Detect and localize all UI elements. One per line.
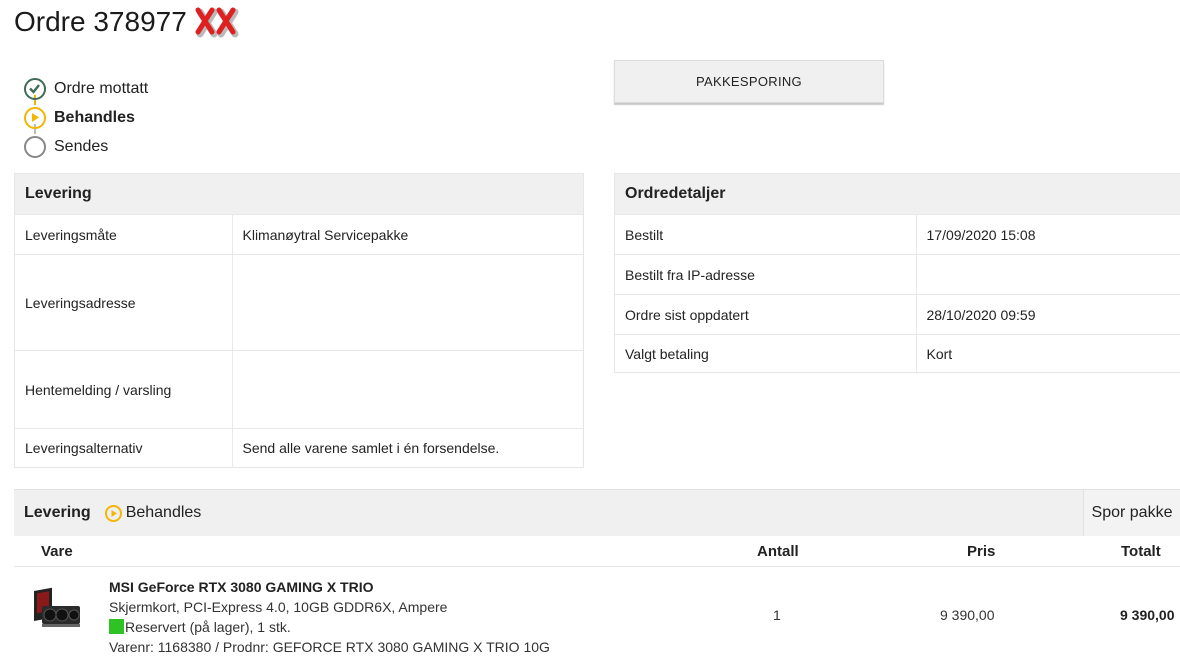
tracking-button[interactable]: PAKKESPORING bbox=[614, 60, 884, 103]
table-row: Hentemelding / varsling bbox=[15, 350, 583, 429]
detail-value: 28/10/2020 09:59 bbox=[916, 294, 1180, 335]
play-circle-icon bbox=[24, 106, 46, 129]
delivery-value: Send alle varene samlet i én forsendelse… bbox=[232, 428, 583, 468]
delivery-value bbox=[232, 350, 583, 429]
table-row: Bestilt 17/09/2020 15:08 bbox=[615, 214, 1180, 255]
detail-key: Bestilt bbox=[615, 214, 917, 255]
order-number: Ordre 378977 bbox=[14, 6, 187, 37]
detail-value: 17/09/2020 15:08 bbox=[916, 214, 1180, 255]
order-progress-steps: Ordre mottatt Behandles Sendes bbox=[24, 74, 148, 161]
shipment-status: Behandles bbox=[104, 504, 202, 522]
step-label: Behandles bbox=[54, 108, 135, 126]
detail-key: Ordre sist oppdatert bbox=[615, 294, 917, 335]
items-table-header: Vare Antall Pris Totalt bbox=[14, 536, 1180, 567]
product-name[interactable]: MSI GeForce RTX 3080 GAMING X TRIO bbox=[109, 577, 550, 597]
column-header-item: Vare bbox=[41, 543, 73, 560]
table-row: Ordre sist oppdatert 28/10/2020 09:59 bbox=[615, 294, 1180, 335]
product-description: Skjermkort, PCI-Express 4.0, 10GB GDDR6X… bbox=[109, 599, 448, 615]
step-processing: Behandles bbox=[24, 103, 148, 132]
column-header-total: Totalt bbox=[1121, 543, 1161, 560]
table-row: Leveringsadresse bbox=[15, 254, 583, 351]
delivery-value: Klimanøytral Servicepakke bbox=[232, 214, 583, 255]
check-circle-icon bbox=[24, 77, 46, 100]
item-total: 9 390,00 bbox=[1120, 607, 1175, 623]
delivery-key: Hentemelding / varsling bbox=[15, 350, 233, 429]
item-price: 9 390,00 bbox=[940, 607, 995, 623]
detail-key: Bestilt fra IP-adresse bbox=[615, 254, 917, 295]
delivery-panel: Levering Leveringsmåte Klimanøytral Serv… bbox=[14, 173, 584, 468]
step-shipped: Sendes bbox=[24, 132, 148, 161]
order-details-title: Ordredetaljer bbox=[615, 174, 1180, 214]
step-received: Ordre mottatt bbox=[24, 74, 148, 103]
table-row: Leveringsmåte Klimanøytral Servicepakke bbox=[15, 214, 583, 255]
shipment-header: Levering Behandles Spor pakke bbox=[14, 490, 1180, 536]
detail-value: Kort bbox=[916, 334, 1180, 374]
product-info: MSI GeForce RTX 3080 GAMING X TRIO Skjer… bbox=[109, 577, 550, 657]
table-row: Leveringsalternativ Send alle varene sam… bbox=[15, 428, 583, 468]
order-details-table: Bestilt 17/09/2020 15:08 Bestilt fra IP-… bbox=[615, 214, 1180, 374]
product-sku: Varenr: 1168380 / Prodnr: GEFORCE RTX 30… bbox=[109, 639, 550, 655]
stock-status-label: Reservert (på lager), 1 stk. bbox=[125, 619, 291, 635]
order-details-panel: Ordredetaljer Bestilt 17/09/2020 15:08 B… bbox=[614, 173, 1180, 374]
delivery-key: Leveringsadresse bbox=[15, 254, 233, 351]
page-title: Ordre 378977 bbox=[14, 6, 239, 38]
table-row: Bestilt fra IP-adresse bbox=[615, 254, 1180, 295]
stock-status: Reservert (på lager), 1 stk. bbox=[109, 617, 550, 637]
play-circle-icon bbox=[104, 504, 122, 522]
product-thumbnail[interactable] bbox=[28, 586, 84, 642]
shipment-title: Levering bbox=[24, 504, 91, 521]
delivery-panel-title: Levering bbox=[15, 174, 583, 214]
table-row: Valgt betaling Kort bbox=[615, 334, 1180, 374]
delivery-table: Leveringsmåte Klimanøytral Servicepakke … bbox=[15, 214, 583, 468]
empty-circle-icon bbox=[24, 135, 46, 158]
redaction-x-marks bbox=[195, 7, 239, 38]
table-row: MSI GeForce RTX 3080 GAMING X TRIO Skjer… bbox=[14, 567, 1180, 664]
column-header-qty: Antall bbox=[757, 543, 799, 560]
stock-indicator-icon bbox=[109, 619, 124, 634]
detail-key: Valgt betaling bbox=[615, 334, 917, 374]
shipment-section: Levering Behandles Spor pakke Vare Antal… bbox=[14, 489, 1180, 664]
delivery-value bbox=[232, 254, 583, 351]
column-header-price: Pris bbox=[967, 543, 996, 560]
step-label: Sendes bbox=[54, 137, 109, 155]
step-label: Ordre mottatt bbox=[54, 79, 149, 97]
track-package-button[interactable]: Spor pakke bbox=[1083, 490, 1180, 536]
detail-value bbox=[916, 254, 1180, 295]
item-quantity: 1 bbox=[773, 607, 781, 623]
delivery-key: Leveringsalternativ bbox=[15, 428, 233, 468]
shipment-status-label: Behandles bbox=[125, 504, 202, 521]
delivery-key: Leveringsmåte bbox=[15, 214, 233, 255]
